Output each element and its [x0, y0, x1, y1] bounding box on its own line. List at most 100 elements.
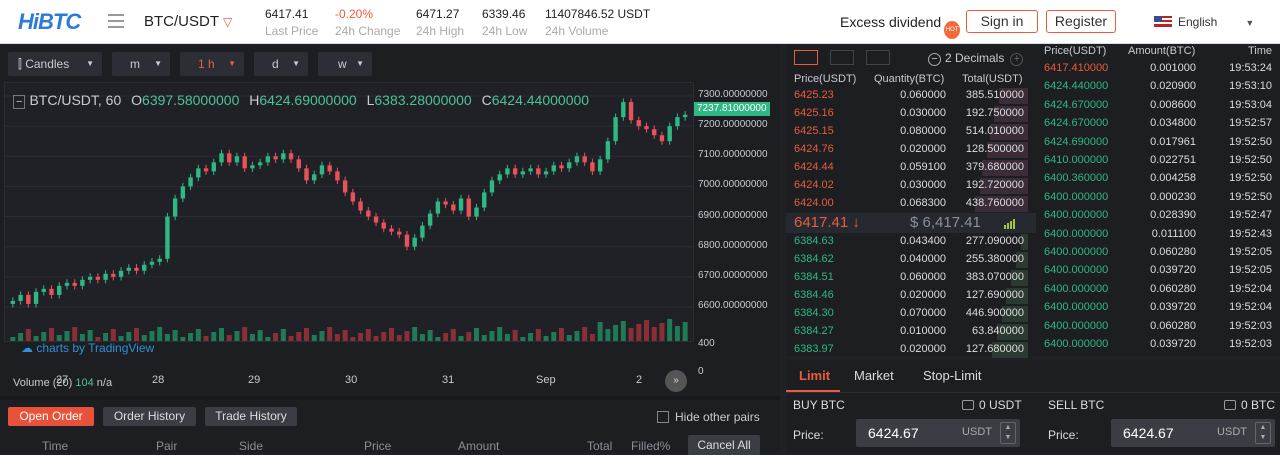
candle-body: [57, 285, 62, 295]
candle-body: [366, 210, 371, 217]
book-total: 277.090000: [965, 235, 1024, 247]
tradingview-watermark[interactable]: ☁ charts by TradingView: [21, 341, 154, 355]
hibtc-logo[interactable]: HiBTC: [18, 9, 81, 35]
tab-stop-limit[interactable]: Stop-Limit: [923, 368, 982, 383]
tab-order-history[interactable]: Order History: [103, 407, 196, 426]
volume-bar: [219, 328, 224, 341]
ask-row[interactable]: 6425.16 0.030000 192.750000: [786, 105, 1036, 123]
candle-body: [10, 300, 16, 304]
volume-bar: [358, 333, 364, 341]
trade-row: 6400.000000 0.011100 19:52:43: [1036, 226, 1280, 244]
time-axis[interactable]: 27 28 29 30 31 Sep 2: [0, 372, 694, 388]
ask-row[interactable]: 6425.23 0.060000 385.510000: [786, 87, 1036, 105]
trade-row: 6400.000000 0.028390 19:52:47: [1036, 207, 1280, 225]
book-total: 438.760000: [965, 197, 1024, 209]
volume-bar: [559, 328, 564, 341]
candles-dropdown[interactable]: ⫿ Candles ▼: [8, 52, 102, 76]
hide-other-pairs-toggle[interactable]: Hide other pairs: [657, 410, 760, 424]
sell-price-input[interactable]: 6424.67 USDT ▲ ▼: [1111, 419, 1275, 447]
volume-bar: [319, 331, 325, 341]
bid-row[interactable]: 6384.30 0.070000 446.900000: [786, 305, 1036, 323]
interval-week[interactable]: w ▼: [318, 52, 372, 76]
trade-amount: 0.028390: [1150, 209, 1196, 222]
price-axis[interactable]: 7300.00000000 7200.00000000 7100.00000000 7…: [694, 82, 780, 377]
caret-down-icon: ▼: [228, 59, 236, 68]
candle-body: [242, 156, 247, 169]
bid-row[interactable]: 6384.63 0.043400 277.090000: [786, 233, 1036, 251]
tab-market[interactable]: Market: [854, 368, 894, 383]
signal-icon: [1004, 218, 1016, 232]
col-time: Time: [42, 439, 69, 453]
volume-bar: [551, 332, 557, 341]
book-price: 6425.16: [794, 107, 834, 119]
down-arrow-icon: ↓: [852, 214, 860, 231]
book-total: 446.900000: [965, 307, 1024, 319]
bid-row[interactable]: 6384.27 0.010000 63.840000: [786, 323, 1036, 341]
book-price: 6424.76: [794, 143, 834, 155]
volume-bar: [674, 326, 680, 341]
checkbox[interactable]: [657, 411, 669, 423]
register-button[interactable]: Register: [1046, 10, 1116, 33]
price-stepper[interactable]: ▲ ▼: [1255, 422, 1271, 444]
ask-row[interactable]: 6425.15 0.080000 514.010000: [786, 123, 1036, 141]
excess-dividend-link[interactable]: Excess dividend HOT: [840, 14, 961, 39]
buy-price-input[interactable]: 6424.67 USDT ▲ ▼: [856, 419, 1020, 447]
trade-row: 6400.000000 0.060280 19:52:05: [1036, 244, 1280, 262]
bid-row[interactable]: 6384.46 0.020000 127.690000: [786, 287, 1036, 305]
menu-icon[interactable]: [108, 14, 124, 28]
trade-price: 6417.410000: [1044, 62, 1109, 74]
stat-value: 6471.27: [416, 7, 460, 21]
ask-row[interactable]: 6424.44 0.059100 379.680000: [786, 159, 1036, 177]
bid-row[interactable]: 6383.97 0.020000 127.680000: [786, 341, 1036, 359]
trade-row: 6400.000000 0.060280 19:52:03: [1036, 318, 1280, 336]
tab-trade-history[interactable]: Trade History: [205, 407, 297, 426]
tab-limit[interactable]: Limit: [799, 368, 830, 383]
book-total: 127.690000: [965, 289, 1024, 301]
candle-body: [397, 231, 402, 235]
book-total: 514.010000: [965, 125, 1024, 137]
cancel-all-button[interactable]: Cancel All: [688, 435, 760, 455]
candle-body: [628, 102, 634, 121]
interval-hour[interactable]: 1 h ▼: [180, 52, 244, 76]
language-selector[interactable]: English ▼: [1154, 15, 1254, 29]
trade-price: 6400.000000: [1044, 301, 1109, 314]
plus-icon[interactable]: +: [1010, 53, 1024, 66]
book-asks-icon[interactable]: [866, 50, 890, 65]
sign-in-button[interactable]: Sign in: [966, 10, 1038, 33]
interval-day[interactable]: d ▼: [254, 52, 308, 76]
ask-row[interactable]: 6424.02 0.030000 192.720000: [786, 177, 1036, 195]
candle-body: [296, 159, 301, 169]
collapse-icon[interactable]: −: [13, 95, 26, 109]
price-plot[interactable]: − BTC/USDT, 60 O6397.58000000 H6424.69000…: [4, 82, 694, 392]
pair-selector[interactable]: BTC/USDT ▽: [144, 13, 232, 30]
tradingview-label: charts by TradingView: [36, 341, 155, 355]
buy-label: BUY BTC: [793, 398, 845, 412]
bid-row[interactable]: 6384.51 0.060000 383.070000: [786, 269, 1036, 287]
candle-body: [597, 159, 603, 172]
volume-bar: [327, 327, 333, 341]
tab-open-order[interactable]: Open Order: [8, 407, 94, 426]
volume-bar: [497, 327, 503, 341]
price-tick: 6900.00000000: [698, 209, 768, 221]
price-stepper[interactable]: ▲ ▼: [1000, 422, 1016, 444]
time-tick: Sep: [536, 374, 556, 386]
candlestick-chart[interactable]: [5, 83, 693, 341]
book-both-icon[interactable]: [794, 50, 818, 65]
bid-row[interactable]: 6384.62 0.040000 255.380000: [786, 251, 1036, 269]
volume-bar: [273, 333, 279, 341]
candle-body: [203, 168, 209, 172]
low-value: 6383.28000000: [374, 92, 472, 108]
trade-row: 6424.670000 0.008600 19:53:04: [1036, 97, 1280, 115]
interval-minute[interactable]: m ▼: [112, 52, 170, 76]
candle-body: [389, 228, 394, 232]
ask-row[interactable]: 6424.76 0.020000 128.500000: [786, 141, 1036, 159]
minus-icon[interactable]: −: [928, 53, 941, 66]
book-price: 6384.46: [794, 289, 834, 301]
price-tick: 6700.00000000: [698, 269, 768, 281]
volume-bar: [535, 329, 541, 341]
book-bids-icon[interactable]: [830, 50, 854, 65]
candle-body: [644, 126, 649, 130]
candle-body: [358, 201, 363, 211]
book-price: 6424.44: [794, 161, 834, 173]
ask-row[interactable]: 6424.00 0.068300 438.760000: [786, 195, 1036, 213]
